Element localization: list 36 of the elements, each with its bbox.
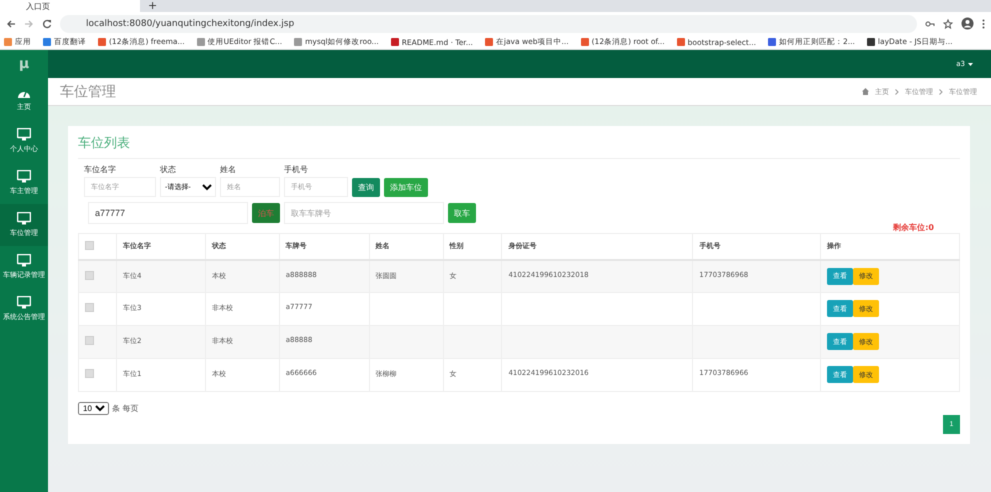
chevron-icon [939,88,943,94]
page-size-select[interactable]: 10 [78,402,109,415]
page-size-label: 条 每页 [112,403,139,414]
pickup-field[interactable]: 取车车牌号 [284,202,444,224]
filter-label: 车位名字 [84,164,117,175]
account-icon[interactable] [961,17,974,30]
checkbox[interactable] [85,240,94,250]
monitor-icon [17,128,31,141]
star-icon[interactable] [943,18,953,28]
new-tab-button[interactable]: + [148,0,158,12]
address-bar[interactable]: localhost:8080/yuanqutingchexitong/index.jsp [60,14,917,32]
card-title: 车位列表 [78,134,960,159]
reload-icon[interactable] [42,18,52,28]
checkbox[interactable] [85,270,94,280]
browser-tab[interactable]: 入口页 [0,0,140,12]
monitor-icon [17,254,31,267]
caret-icon [968,62,973,66]
filter-label: 状态 [160,164,177,175]
monitor-icon [17,170,31,183]
park-field[interactable]: a77777 [88,202,248,224]
back-icon[interactable] [6,18,16,28]
monitor-icon [17,296,31,309]
chevron-icon [895,88,899,94]
query-button[interactable]: 查询 [352,178,380,197]
menu-icon[interactable] [982,18,985,28]
remaining-spots: 剩余车位:0 [893,222,934,233]
logo: µ [18,55,30,74]
filter-label: 姓名 [220,164,237,175]
filter-label: 手机号 [284,164,309,175]
checkbox[interactable] [85,336,94,345]
page-title: 车位管理 [60,82,116,100]
checkbox[interactable] [85,303,94,312]
checkbox[interactable] [85,369,94,378]
home-icon [862,88,869,95]
monitor-icon [17,212,31,225]
key-icon[interactable] [925,20,935,28]
